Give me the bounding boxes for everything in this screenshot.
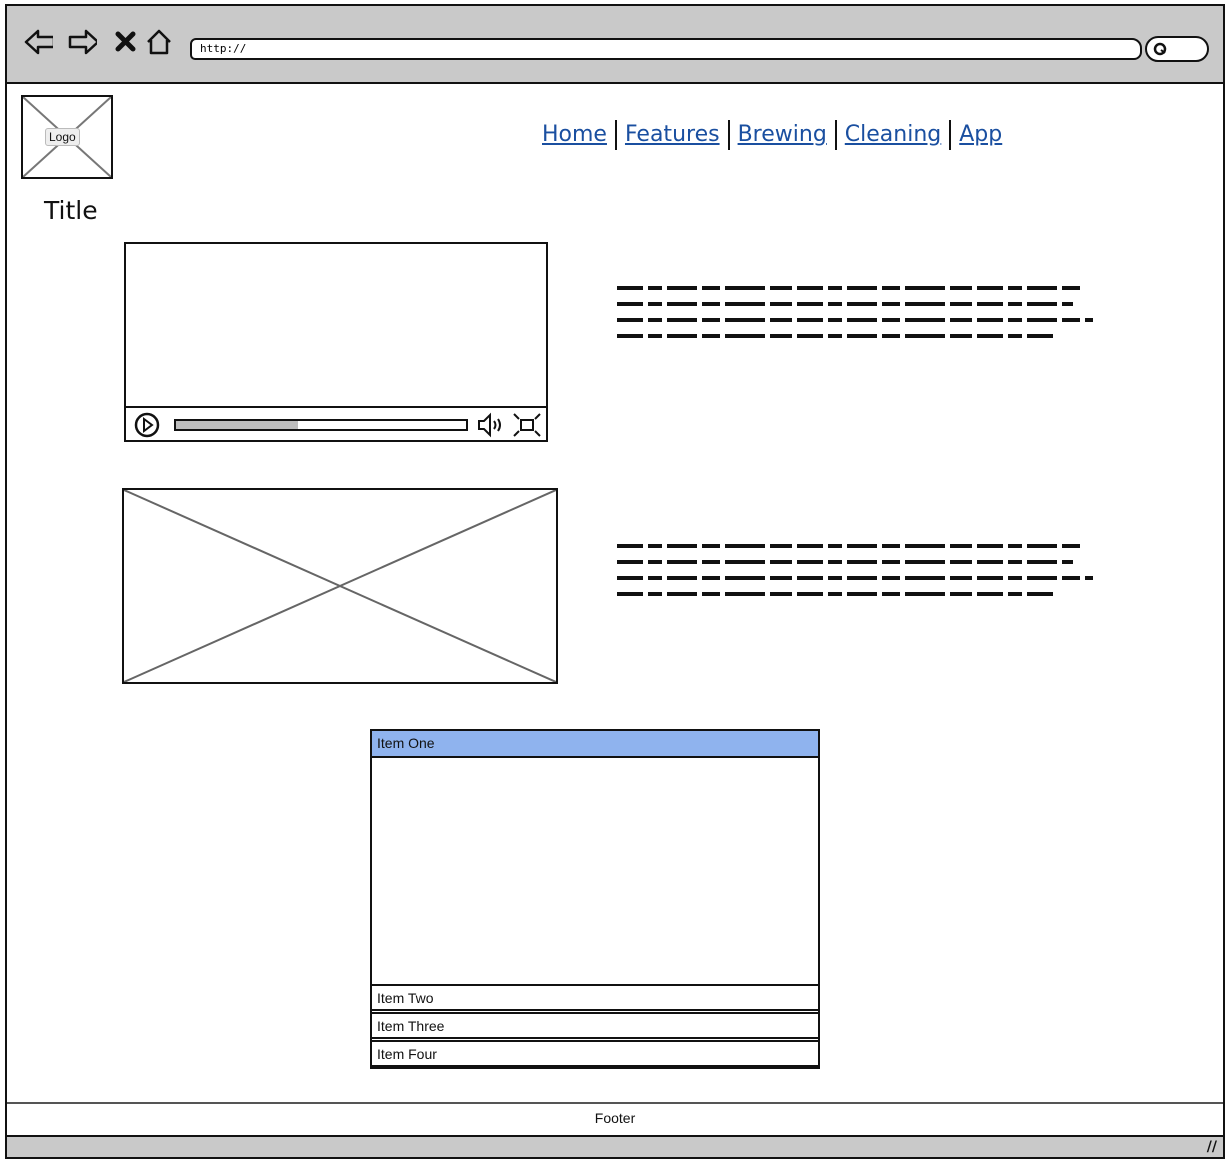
fullscreen-icon[interactable] [512,412,542,438]
footer-divider [7,1102,1223,1104]
resize-grip-icon[interactable]: // [1207,1139,1217,1155]
nav-separator [834,120,837,150]
logo-label: Logo [45,128,80,146]
accordion-item-three[interactable]: Item Three [372,1012,818,1039]
text-placeholder-2 [617,540,1097,602]
scribble-text [617,286,1093,338]
close-icon[interactable] [113,28,143,56]
accordion: Item One Item Two Item Three Item Four [370,729,820,1069]
accordion-item-one[interactable]: Item One [372,731,818,758]
browser-toolbar: http:// [7,6,1223,84]
nav-link-features[interactable]: Features [625,122,720,147]
browser-window: http:// Logo Home Features Brewing Cleaning… [5,4,1225,1159]
address-bar[interactable]: http:// [190,38,1142,60]
nav-separator [614,120,617,150]
image-placeholder-icon [124,490,556,682]
forward-arrow-icon[interactable] [67,28,97,56]
scribble-text [617,544,1093,596]
nav-link-home[interactable]: Home [542,122,607,147]
logo-placeholder: Logo [21,95,113,179]
accordion-item-two[interactable]: Item Two [372,984,818,1011]
nav-separator [949,120,952,150]
video-progress-bar[interactable] [174,419,468,431]
text-placeholder-1 [617,282,1097,344]
video-player[interactable] [124,242,548,442]
back-arrow-icon[interactable] [23,28,53,56]
footer: Footer [594,1110,636,1126]
nav-link-brewing[interactable]: Brewing [738,122,827,147]
main-nav: Home Features Brewing Cleaning App [542,120,1002,150]
nav-link-app[interactable]: App [959,122,1002,147]
nav-separator [727,120,730,150]
video-progress-fill [176,421,298,429]
image-placeholder [122,488,558,684]
search-icon [1153,42,1167,56]
search-button[interactable] [1145,36,1209,62]
play-icon[interactable] [132,412,162,438]
nav-link-cleaning[interactable]: Cleaning [845,122,941,147]
page-title: Title [44,196,98,225]
video-controls [126,406,546,440]
home-icon[interactable] [145,28,175,56]
status-bar: // [7,1135,1223,1157]
volume-icon[interactable] [476,412,506,438]
accordion-item-four[interactable]: Item Four [372,1040,818,1067]
